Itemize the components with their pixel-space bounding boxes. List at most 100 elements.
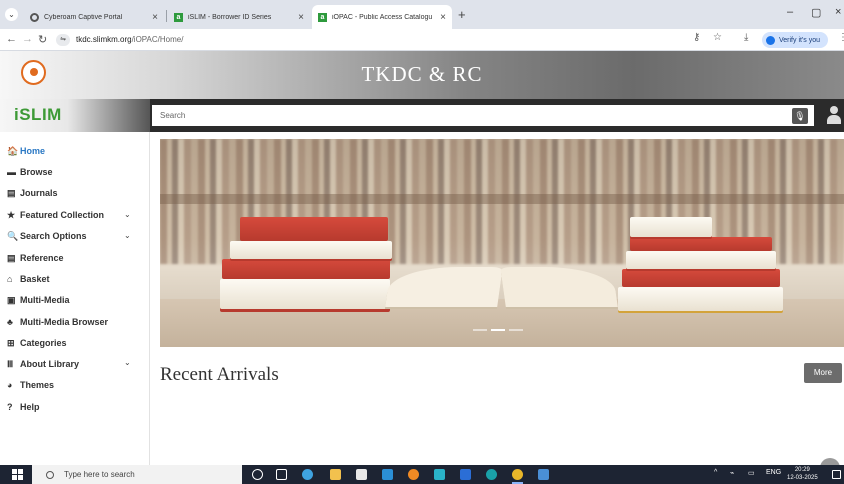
sidebar-nav: 🏠 Home ▬ Browse ▤ Journals ★ Featured Co… xyxy=(0,132,150,465)
more-button[interactable]: More xyxy=(804,363,842,383)
sidebar-item-label: Categories xyxy=(20,338,67,348)
notification-icon[interactable] xyxy=(832,470,841,479)
language-indicator[interactable]: ENG xyxy=(766,469,781,476)
cortana-icon[interactable] xyxy=(252,469,263,480)
mail-icon[interactable] xyxy=(382,469,393,480)
book-stack-left xyxy=(220,279,390,309)
system-clock[interactable]: 20:29 12-03-2025 xyxy=(787,466,818,482)
minimize-icon[interactable]: – xyxy=(787,6,793,18)
sidebar-item-label: Reference xyxy=(20,253,64,263)
site-header: TKDC & RC xyxy=(0,51,844,99)
close-tab-icon[interactable]: × xyxy=(298,12,304,23)
sidebar-item-label: Multi-Media Browser xyxy=(20,317,109,327)
new-tab-button[interactable]: + xyxy=(458,7,466,22)
sidebar-item-categories[interactable]: ⊞ Categories xyxy=(7,334,67,352)
tab-title: iOPAC - Public Access Catalogu xyxy=(332,13,433,21)
tab-cyberoam[interactable]: Cyberoam Captive Portal × xyxy=(24,5,164,29)
star-icon: ★ xyxy=(7,209,16,220)
browser-menu-icon[interactable]: ⋮ xyxy=(838,32,844,43)
chevron-down-icon[interactable]: ⌄ xyxy=(124,210,131,219)
tab-search-button[interactable]: ⌄ xyxy=(5,8,18,21)
brand-logo[interactable]: iSLIM xyxy=(14,105,62,125)
app-icon[interactable] xyxy=(460,469,471,480)
sidebar-item-basket[interactable]: ⌂ Basket xyxy=(7,270,50,288)
sidebar-item-label: Browse xyxy=(20,167,53,177)
portal-favicon-icon xyxy=(30,12,39,22)
restore-icon[interactable]: ▢ xyxy=(811,6,821,19)
chevron-down-icon[interactable]: ⌄ xyxy=(124,231,131,240)
store-icon[interactable] xyxy=(356,469,367,480)
close-tab-icon[interactable]: × xyxy=(440,12,446,23)
close-window-icon[interactable]: × xyxy=(835,6,841,18)
forward-icon[interactable]: → xyxy=(22,33,33,45)
tab-title: Cyberoam Captive Portal xyxy=(44,13,123,21)
address-input[interactable]: ⇋ tkdc.slimkm.org /iOPAC/Home/ xyxy=(56,31,681,48)
taskbar-search-box[interactable]: Type here to search xyxy=(32,465,242,484)
catalog-search-input[interactable] xyxy=(152,105,814,126)
voice-search-icon[interactable]: 🎙 xyxy=(792,108,808,124)
tab-iopac[interactable]: a iOPAC - Public Access Catalogu × xyxy=(312,5,452,29)
carousel-dot[interactable] xyxy=(473,329,487,331)
sidebar-item-label: Help xyxy=(20,402,40,412)
library-icon: Ⅲ xyxy=(7,358,14,369)
user-account-icon[interactable] xyxy=(826,106,842,124)
tab-title: iSLIM - Borrower ID Series xyxy=(188,13,272,21)
carousel-dot-active[interactable] xyxy=(491,329,505,331)
islim-favicon-icon: a xyxy=(174,12,183,22)
open-book xyxy=(385,259,618,311)
chevron-down-icon[interactable]: ⌄ xyxy=(124,358,131,367)
search-icon: 🔍 xyxy=(7,230,19,241)
edge-icon[interactable] xyxy=(486,469,497,480)
chrome-icon[interactable] xyxy=(512,469,523,484)
weather-app-icon[interactable] xyxy=(302,469,313,480)
profile-icon xyxy=(766,35,775,45)
download-icon[interactable]: ⤓ xyxy=(744,32,748,43)
firefox-icon[interactable] xyxy=(408,469,419,480)
search-bar-row: iSLIM 🎙 xyxy=(0,99,844,132)
sidebar-item-journals[interactable]: ▤ Journals xyxy=(7,184,58,202)
bookmark-star-icon[interactable]: ☆ xyxy=(713,32,722,43)
iopac-favicon-icon: a xyxy=(318,12,327,22)
tab-separator xyxy=(166,10,167,22)
reference-icon: ▤ xyxy=(7,252,16,263)
help-icon: ? xyxy=(7,402,13,412)
password-key-icon[interactable]: ⚷ xyxy=(693,32,700,43)
close-tab-icon[interactable]: × xyxy=(152,12,158,23)
verify-profile-button[interactable]: Verify it's you xyxy=(762,32,829,48)
sidebar-item-browse[interactable]: ▬ Browse xyxy=(7,163,53,181)
media-player-icon[interactable] xyxy=(434,469,445,480)
sidebar-item-multi-media[interactable]: ▣ Multi-Media xyxy=(7,291,70,309)
sidebar-item-reference[interactable]: ▤ Reference xyxy=(7,249,64,267)
carousel-indicators[interactable] xyxy=(473,329,523,331)
url-path: /iOPAC/Home/ xyxy=(131,35,184,44)
tab-islim[interactable]: a iSLIM - Borrower ID Series × xyxy=(168,5,310,29)
sidebar-item-search-options[interactable]: 🔍 Search Options xyxy=(7,227,87,245)
sidebar-item-label: Basket xyxy=(20,274,50,284)
carousel-dot[interactable] xyxy=(509,329,523,331)
sidebar-item-themes[interactable]: ◕ Themes xyxy=(7,376,54,394)
windows-start-icon[interactable] xyxy=(12,469,24,480)
sidebar-item-label: Home xyxy=(20,146,46,156)
sidebar-item-help[interactable]: ? Help xyxy=(7,398,40,416)
search-icon xyxy=(46,470,54,479)
task-view-icon[interactable] xyxy=(276,469,287,480)
sidebar-item-featured-collection[interactable]: ★ Featured Collection xyxy=(7,206,104,224)
sidebar-item-label: About Library xyxy=(20,359,80,369)
recent-arrivals-heading: Recent Arrivals xyxy=(160,364,279,385)
site-info-icon[interactable]: ⇋ xyxy=(56,33,70,46)
tray-chevron-icon[interactable]: ^ xyxy=(714,469,717,476)
photos-icon[interactable] xyxy=(538,469,549,480)
themes-icon: ◕ xyxy=(7,380,13,390)
hero-carousel-image[interactable] xyxy=(160,139,844,347)
clock-time: 20:29 xyxy=(794,467,810,473)
file-explorer-icon[interactable] xyxy=(330,469,341,480)
sidebar-item-about-library[interactable]: Ⅲ About Library xyxy=(7,355,79,373)
sidebar-item-home[interactable]: 🏠 Home xyxy=(7,142,45,160)
verify-label: Verify it's you xyxy=(779,36,821,44)
back-icon[interactable]: ← xyxy=(6,33,17,45)
keyboard-icon[interactable]: ▭ xyxy=(748,469,755,477)
reload-icon[interactable]: ↻ xyxy=(38,33,47,46)
network-icon[interactable]: ⌁ xyxy=(730,469,734,477)
basket-icon: ⌂ xyxy=(7,274,13,284)
sidebar-item-multi-media-browser[interactable]: ♣ Multi-Media Browser xyxy=(7,313,108,331)
